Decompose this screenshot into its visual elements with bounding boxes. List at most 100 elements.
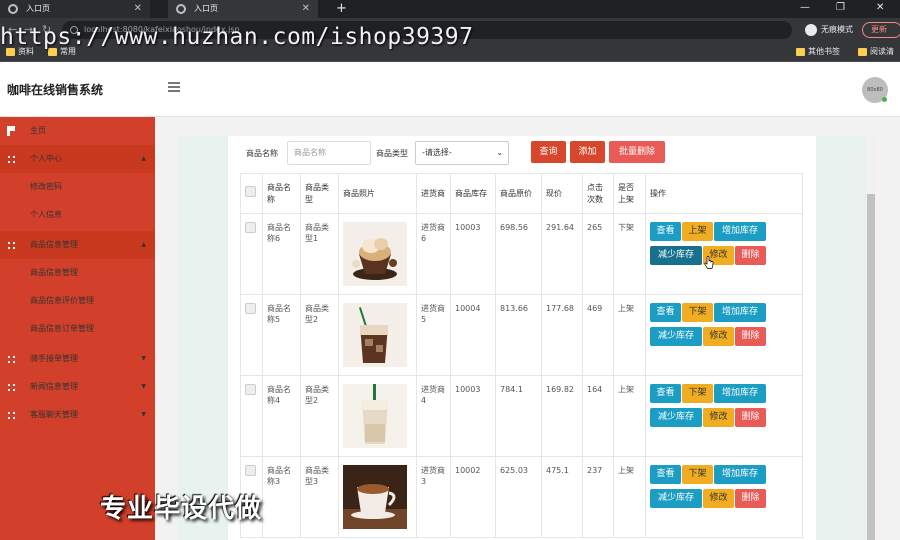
supplier-cell: 进货商5	[416, 294, 451, 376]
product-type-cell: 商品类型1	[300, 213, 339, 295]
minimize-icon[interactable]: —	[800, 0, 810, 16]
price-cell: 169.82	[541, 375, 583, 457]
close-icon[interactable]: ✕	[134, 0, 142, 18]
column-header: 现价	[541, 173, 583, 214]
table-row: 商品名称5 商品类型2 进货商5 10004 813.66 177.68 469 上架 查看 下架…	[240, 294, 803, 376]
increase-stock-button[interactable]: 增加库存	[714, 465, 766, 484]
sidebar-item-customer-chat[interactable]: 客服聊天管理 ▼	[0, 401, 155, 429]
product-photo-cell	[338, 456, 417, 538]
sidebar-item-product-reviews[interactable]: 商品信息评价管理	[0, 287, 155, 315]
product-photo	[343, 303, 412, 367]
close-icon[interactable]: ✕	[302, 0, 310, 18]
toggle-shelf-button[interactable]: 上架	[682, 222, 713, 241]
row-checkbox[interactable]	[245, 222, 256, 233]
product-name-label: 商品名称	[246, 149, 278, 158]
scrollbar[interactable]	[866, 136, 876, 540]
delete-button[interactable]: 删除	[735, 489, 766, 508]
query-button[interactable]: 查询	[531, 141, 566, 163]
product-name-input[interactable]: 商品名称	[287, 141, 371, 165]
scrollbar-thumb[interactable]	[867, 194, 875, 540]
batch-delete-button[interactable]: 批量删除	[609, 141, 665, 163]
view-button[interactable]: 查看	[650, 384, 681, 403]
window-close-icon[interactable]: ✕	[876, 0, 884, 16]
original-price-cell: 813.66	[495, 294, 542, 376]
toggle-shelf-button[interactable]: 下架	[682, 465, 713, 484]
delete-button[interactable]: 删除	[735, 408, 766, 427]
sidebar-item-home[interactable]: 主页	[0, 117, 155, 145]
shelf-status-cell: 上架	[613, 375, 646, 457]
view-button[interactable]: 查看	[650, 465, 681, 484]
menu-toggle-icon[interactable]	[168, 82, 180, 92]
hand-cursor-icon	[704, 256, 714, 269]
grid-icon	[8, 156, 15, 163]
caret-up-icon: ▲	[141, 155, 146, 162]
shelf-status-cell: 上架	[613, 456, 646, 538]
decrease-stock-button[interactable]: 减少库存	[650, 489, 702, 508]
add-button[interactable]: 添加	[570, 141, 605, 163]
watermark-url: https://www.huzhan.com/ishop39397	[0, 24, 474, 50]
increase-stock-button[interactable]: 增加库存	[714, 222, 766, 241]
decrease-stock-button[interactable]: 减少库存	[650, 246, 702, 265]
product-name-cell: 商品名称3	[262, 456, 301, 538]
supplier-cell: 进货商6	[416, 213, 451, 295]
globe-icon	[8, 4, 18, 14]
browser-tab[interactable]: 入口页 ✕	[0, 0, 150, 18]
delete-button[interactable]: 删除	[735, 327, 766, 346]
row-select-cell	[240, 294, 263, 376]
incognito-indicator[interactable]: 无痕模式	[805, 22, 853, 38]
select-all-checkbox[interactable]	[245, 186, 256, 198]
actions-cell: 查看 下架 增加库存 减少库存 修改 删除	[645, 294, 803, 376]
sidebar-item-change-password[interactable]: 修改密码	[0, 173, 155, 201]
view-button[interactable]: 查看	[650, 303, 681, 322]
edit-button[interactable]: 修改	[703, 408, 734, 427]
toggle-shelf-button[interactable]: 下架	[682, 303, 713, 322]
sidebar-item-label: 个人中心	[30, 154, 62, 163]
product-type-select[interactable]: -请选择- ⌄	[415, 141, 509, 165]
increase-stock-button[interactable]: 增加库存	[714, 384, 766, 403]
row-checkbox[interactable]	[245, 303, 256, 314]
sidebar-item-label: 商品信息管理	[30, 268, 78, 277]
edit-button[interactable]: 修改	[703, 327, 734, 346]
delete-button[interactable]: 删除	[735, 246, 766, 265]
edit-button[interactable]: 修改	[703, 489, 734, 508]
folder-icon	[858, 48, 867, 56]
maximize-icon[interactable]: ❐	[836, 0, 845, 16]
sidebar-item-product-info[interactable]: 商品信息管理	[0, 259, 155, 287]
column-header: 是否上架	[613, 173, 646, 214]
sidebar-item-label: 新闻信息管理	[30, 382, 78, 391]
content-border-right	[816, 136, 866, 540]
caret-down-icon: ▼	[141, 383, 146, 390]
view-button[interactable]: 查看	[650, 222, 681, 241]
flag-icon	[7, 126, 15, 136]
bookmark-label: 其他书签	[808, 47, 840, 56]
decrease-stock-button[interactable]: 减少库存	[650, 327, 702, 346]
sidebar-item-news[interactable]: 新闻信息管理 ▼	[0, 373, 155, 401]
toggle-shelf-button[interactable]: 下架	[682, 384, 713, 403]
sidebar-item-rider-orders[interactable]: 骑手接单管理 ▼	[0, 345, 155, 373]
row-checkbox[interactable]	[245, 384, 256, 395]
price-cell: 291.64	[541, 213, 583, 295]
product-photo	[343, 384, 412, 448]
sidebar-item-personal-info[interactable]: 个人信息	[0, 201, 155, 229]
update-button[interactable]: 更新	[862, 22, 900, 38]
browser-tab-active[interactable]: 入口页 ✕	[168, 0, 318, 18]
increase-stock-button[interactable]: 增加库存	[714, 303, 766, 322]
row-select-cell	[240, 375, 263, 457]
product-name-cell: 商品名称5	[262, 294, 301, 376]
product-table: 商品名称 商品类型 商品照片 进货商 商品库存 商品原价 现价 点击次数 是否上…	[240, 173, 803, 538]
original-price-cell: 698.56	[495, 213, 542, 295]
sidebar-item-personal-center[interactable]: 个人中心 ▲	[0, 145, 155, 173]
stock-cell: 10004	[450, 294, 496, 376]
avatar[interactable]: 80x80	[862, 77, 888, 103]
new-tab-button[interactable]: +	[336, 0, 347, 18]
sidebar-item-product-management[interactable]: 商品信息管理 ▲	[0, 231, 155, 259]
avatar-text: 80x80	[867, 87, 883, 93]
decrease-stock-button[interactable]: 减少库存	[650, 408, 702, 427]
product-photo-cell	[338, 213, 417, 295]
actions-cell: 查看 下架 增加库存 减少库存 修改 删除	[645, 375, 803, 457]
grid-icon	[8, 384, 15, 391]
product-type-selected: -请选择-	[422, 148, 452, 157]
sidebar-item-product-orders[interactable]: 商品信息订单管理	[0, 315, 155, 343]
row-checkbox[interactable]	[245, 465, 256, 476]
bookmark-folder[interactable]: 其他书签	[796, 42, 840, 62]
